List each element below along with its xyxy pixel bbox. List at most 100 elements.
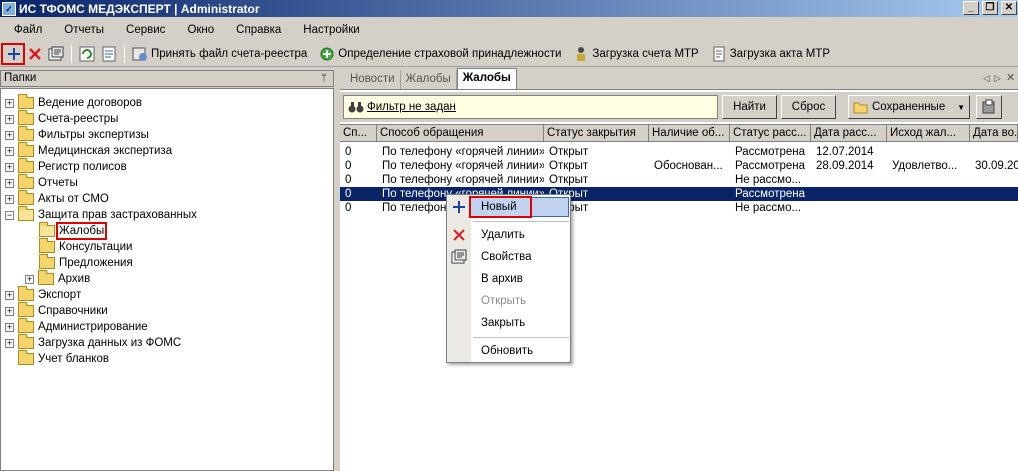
table-row-selected[interactable]: 0 По телефону «горячей линии» Открыт Рас… [340, 187, 1018, 201]
cell [811, 201, 887, 215]
filter-field[interactable]: Фильтр не задан [343, 95, 718, 119]
tree-item[interactable]: + Ведение договоров [5, 94, 143, 111]
menu-settings[interactable]: Настройки [289, 24, 367, 36]
cell [970, 173, 1018, 187]
tab-complaints-active[interactable]: Жалобы [456, 68, 517, 89]
tree-item[interactable]: + Администрирование [5, 318, 148, 335]
plus-icon [453, 201, 465, 213]
reset-button[interactable]: Сброс [781, 95, 836, 119]
chevron-down-icon: ▼ [957, 102, 965, 112]
folder-tree: + Ведение договоров + Счета-реестры + Фильт… [0, 88, 334, 471]
tree-item[interactable]: + Загрузка данных из ФОМС [5, 334, 181, 351]
column-header[interactable]: Способ обращения [377, 125, 544, 142]
cell [887, 145, 970, 159]
tree-item[interactable]: + Отчеты [5, 174, 78, 191]
column-header[interactable]: Статус закрытия [544, 125, 649, 142]
folder-icon [18, 302, 34, 317]
tree-item[interactable]: + Акты от СМО [5, 190, 109, 207]
delete-button[interactable] [25, 43, 45, 65]
tree-item[interactable]: − Защита прав застрахованных [5, 206, 197, 223]
load-mtr-act-button[interactable]: Загрузка акта МТР [708, 43, 833, 65]
collapse-icon[interactable]: − [5, 210, 14, 220]
filter-text[interactable]: Фильтр не задан [367, 101, 456, 113]
column-header[interactable]: Исход жал... [887, 125, 970, 142]
column-header[interactable]: Сп... [340, 125, 377, 142]
tree-item[interactable]: + Регистр полисов [5, 158, 127, 175]
saved-filters-dropdown[interactable]: Сохраненные ▼ [848, 95, 970, 119]
tab-complaints-1[interactable]: Жалобы [401, 70, 457, 89]
tree-item[interactable]: + Экспорт [5, 286, 82, 303]
expand-icon[interactable]: + [5, 194, 14, 204]
expand-icon[interactable]: + [5, 114, 14, 124]
close-button[interactable]: ✕ [1001, 1, 1017, 15]
table-row[interactable]: 0 По телефону «горячей линии» Открыт Не … [340, 201, 1018, 215]
tree-item-label: Ведение договоров [38, 97, 143, 109]
menu-window[interactable]: Окно [173, 24, 222, 36]
tree-item-complaints[interactable]: Жалобы [39, 222, 108, 240]
tab-scroll-right-icon[interactable]: ▷ [994, 73, 1001, 84]
menu-file[interactable]: Файл [0, 24, 50, 36]
expand-icon[interactable]: + [5, 146, 14, 156]
minimize-button[interactable]: _ [963, 1, 979, 15]
column-header[interactable]: Наличие об... [649, 125, 730, 142]
add-button[interactable] [1, 42, 25, 65]
restore-button[interactable]: ❐ [982, 1, 998, 15]
menu-item-delete[interactable]: Удалить [471, 225, 570, 245]
menu-service[interactable]: Сервис [112, 24, 173, 36]
tree-item[interactable]: + Архив [25, 270, 91, 287]
cell [811, 173, 887, 187]
properties-icon [48, 46, 64, 60]
tree-item[interactable]: Предложения [39, 254, 133, 271]
refresh-button[interactable] [76, 43, 98, 65]
find-button[interactable]: Найти [722, 95, 777, 119]
expand-icon[interactable]: + [25, 274, 34, 284]
expand-icon[interactable]: + [5, 98, 14, 108]
cell [887, 173, 970, 187]
tree-item[interactable]: + Фильтры экспертизы [5, 126, 149, 143]
tree-item-label: Архив [58, 273, 91, 285]
expand-icon[interactable]: + [5, 130, 14, 140]
tree-item[interactable]: Консультации [39, 238, 133, 255]
expand-icon[interactable]: + [5, 178, 14, 188]
tab-news[interactable]: Новости [345, 70, 401, 89]
column-header[interactable]: Дата расс... [811, 125, 887, 142]
menu-item-refresh[interactable]: Обновить [471, 341, 570, 361]
tree-item[interactable]: + Счета-реестры [5, 110, 118, 127]
toolbar: Принять файл счета-реестра Определение с… [0, 41, 1018, 67]
properties-button[interactable] [45, 43, 67, 65]
menu-reports[interactable]: Отчеты [50, 24, 112, 36]
tree-item[interactable]: + Справочники [5, 302, 108, 319]
table-row[interactable]: 0 По телефону «горячей линии» Открыт Не … [340, 173, 1018, 187]
tab-scroll-left-icon[interactable]: ◁ [983, 73, 990, 84]
menu-item-properties[interactable]: Свойства [471, 247, 570, 267]
tree-item-label: Экспорт [38, 289, 82, 301]
menu-help[interactable]: Справка [222, 24, 289, 36]
tab-close-icon[interactable]: ✕ [1006, 71, 1015, 84]
save-filter-button[interactable] [976, 95, 1002, 119]
expand-icon[interactable]: + [5, 306, 14, 316]
tree-item[interactable]: + Медицинская экспертиза [5, 142, 172, 159]
insurance-button[interactable]: Определение страховой принадлежности [316, 43, 564, 65]
pin-icon[interactable]: ᛘ [321, 71, 327, 86]
tree-item[interactable]: Учет бланков [18, 350, 109, 367]
folder-open-icon [39, 222, 55, 237]
load-mtr-account-button[interactable]: Загрузка счета МТР [570, 43, 701, 65]
tree-item-label: Консультации [59, 241, 133, 253]
print-button[interactable] [98, 43, 120, 65]
menu-bar: Файл Отчеты Сервис Окно Справка Настройк… [0, 20, 1018, 40]
menu-item-close[interactable]: Закрыть [471, 313, 570, 333]
column-header[interactable]: Дата во... [970, 125, 1018, 142]
expand-icon[interactable]: + [5, 290, 14, 300]
cell: Не рассмо... [735, 174, 802, 186]
expand-icon[interactable]: + [5, 338, 14, 348]
app-icon: ✓ [2, 1, 16, 16]
accept-file-button[interactable]: Принять файл счета-реестра [129, 43, 310, 65]
column-header[interactable]: Статус расс... [730, 125, 811, 142]
menu-item-new[interactable]: Новый [469, 196, 569, 218]
table-row[interactable]: 0 По телефону «горячей линии» Открыт Обо… [340, 159, 1018, 173]
menu-item-archive[interactable]: В архив [471, 269, 570, 289]
folder-icon [18, 174, 34, 189]
expand-icon[interactable]: + [5, 322, 14, 332]
table-row[interactable]: 0 По телефону «горячей линии» Открыт Рас… [340, 145, 1018, 159]
expand-icon[interactable]: + [5, 162, 14, 172]
